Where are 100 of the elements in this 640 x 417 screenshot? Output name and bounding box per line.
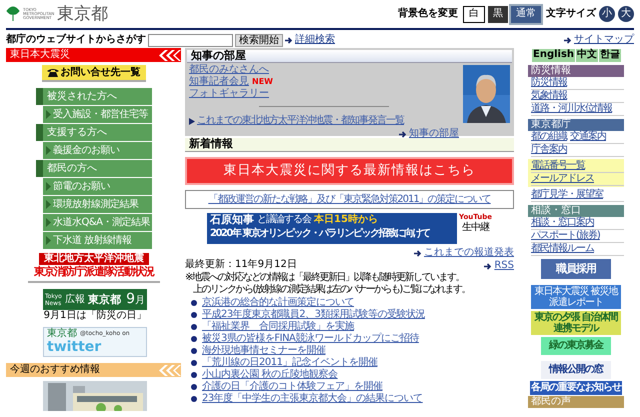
- sidebar-banner[interactable]: 各局の重要なお知らせ: [530, 381, 622, 395]
- twitter-brand: 東京都: [47, 328, 77, 340]
- advanced-search-link[interactable]: 詳細検索: [295, 34, 335, 46]
- language-button[interactable]: 中文: [576, 49, 598, 62]
- sidebar-link[interactable]: 庁舎案内: [531, 144, 567, 156]
- language-button[interactable]: 한글: [599, 49, 622, 62]
- new-label: NEW: [252, 76, 273, 88]
- news-link[interactable]: 小山内裏公園 秋の丘陵地観察会: [202, 369, 338, 381]
- news-link[interactable]: 平成23年度東京都職員2、3類採用試験等の受験状況: [202, 309, 425, 321]
- text-size-label: 文字サイズ: [546, 8, 596, 20]
- sidebar-link[interactable]: 気象情報: [531, 90, 567, 102]
- section-header: 新着情報: [185, 138, 514, 152]
- sidebar-banner[interactable]: 東京の夕張 自治体間連携モデル: [531, 311, 621, 335]
- background-color-label: 背景色を変更: [398, 8, 458, 20]
- governor-link[interactable]: フォトギャラリー: [189, 88, 269, 100]
- news-link[interactable]: 被災3県の皆様をFINA競泳ワールドカップにご招待: [202, 333, 419, 345]
- search-button[interactable]: 検索開始: [235, 34, 283, 46]
- sidebar-link[interactable]: 防災情報: [531, 77, 567, 89]
- strategy-link[interactable]: 「都政運営の新たな戦略」及び「東京緊急対策2011」の策定について: [185, 190, 514, 209]
- fire-department-banner[interactable]: 東北地方太平洋沖地震 東京消防庁派遣隊活動状況: [28, 253, 160, 283]
- news-caption: 9月1日は「防災の日」: [43, 310, 147, 322]
- banner-subtitle: 東北地方太平洋沖地震: [39, 253, 149, 265]
- news-link[interactable]: 京浜港の総合的な計画策定について: [202, 297, 354, 309]
- press-releases-link[interactable]: これまでの報道発表: [424, 247, 514, 259]
- arrow-icon: [399, 130, 407, 138]
- news-link[interactable]: 介護の日「介護のコト体験フェア」を開催: [202, 381, 382, 393]
- sidebar-link[interactable]: 相談・窓口案内: [531, 217, 594, 229]
- sidebar-link[interactable]: パスポート(旅券): [531, 230, 600, 242]
- news-month: 9月: [126, 292, 145, 306]
- sidebar-link[interactable]: 都庁見学・展望室: [531, 189, 603, 201]
- triangle-icon: [189, 118, 195, 124]
- triangle-icon: [46, 110, 51, 119]
- governor-link[interactable]: 知事記者会見: [189, 76, 249, 88]
- notice-text: 上のリンクから(放射線の測定結果は左のバナーからも)ご覧になれます。: [192, 284, 471, 296]
- triangle-icon: [46, 146, 51, 155]
- contact-list-button[interactable]: お問い合せ先一覧: [42, 65, 146, 82]
- news-tag: 広報: [64, 294, 85, 306]
- background-color-button[interactable]: 黒: [488, 6, 508, 22]
- section-header: 東京都庁: [528, 119, 624, 131]
- governor-link[interactable]: 都民のみなさんへ: [189, 64, 269, 76]
- bullet-icon: [191, 348, 197, 354]
- sidebar-link[interactable]: 都の組織: [531, 131, 567, 143]
- governor-room-link[interactable]: 知事の部屋: [409, 128, 459, 140]
- notice-text: ※地震への対応などの情報は「最終更新日」以降も随時更新しています。: [185, 272, 465, 284]
- sidebar-link[interactable]: 都民情報ルーム: [531, 243, 594, 255]
- arrow-icon: [285, 36, 293, 44]
- rss-link[interactable]: RSS: [494, 260, 514, 272]
- banner-name: 石原知事: [210, 213, 254, 227]
- search-field[interactable]: [148, 34, 233, 46]
- text-size-button[interactable]: 小: [599, 6, 615, 22]
- news-link[interactable]: 「福祉業界 合同採用試験」を実施: [202, 321, 354, 333]
- banner-time: 本日15時から: [314, 214, 378, 226]
- section-title: 今週のおすすめ情報: [10, 364, 100, 376]
- section-title: 東日本大震災: [10, 49, 70, 61]
- text-size-button[interactable]: 大: [618, 6, 634, 22]
- banner-title: 東京消防庁派遣隊活動状況: [34, 265, 154, 279]
- sidebar-link[interactable]: 交通案内: [570, 131, 606, 143]
- olympic-banner[interactable]: 石原知事 と議論する会 本日15時から 2020年 東京オリンピック・パラリンピック招致に向けて: [207, 213, 458, 244]
- news-title: 東京都: [88, 294, 121, 306]
- bullet-icon: [191, 360, 197, 366]
- background-color-button[interactable]: 白: [463, 6, 485, 22]
- bullet-icon: [191, 372, 197, 378]
- phone-icon: [46, 68, 58, 77]
- chevrons-icon: [159, 50, 181, 60]
- bullet-icon: [191, 312, 197, 318]
- news-link[interactable]: 23年度「中学生の主張東京都大会」の結果について: [202, 393, 423, 405]
- banner-subtitle: と議論する会: [257, 214, 312, 226]
- arrow-icon: [564, 36, 572, 44]
- sidebar-link[interactable]: 電話番号一覧: [531, 160, 585, 172]
- disaster-info-banner[interactable]: 東日本大震災に関する最新情報はこちら: [185, 157, 514, 185]
- chevrons-icon: [159, 364, 181, 376]
- section-header: 都民の声: [528, 396, 624, 408]
- bullet-icon: [191, 336, 197, 342]
- bullet-icon: [191, 300, 197, 306]
- news-link[interactable]: 海外現地事情セミナーを開催: [202, 345, 326, 357]
- sidebar-banner[interactable]: 職員採用: [541, 259, 611, 279]
- arrow-icon: [414, 250, 422, 256]
- section-header: 相談・窓口: [528, 205, 624, 217]
- live-label: 生中継: [462, 222, 489, 234]
- sitemap-link[interactable]: サイトマップ: [574, 34, 634, 46]
- ginkgo-leaf-icon: [6, 6, 20, 22]
- sidebar-banner[interactable]: 緑の東京募金: [541, 337, 611, 355]
- arrow-icon: [484, 262, 492, 270]
- bullet-icon: [191, 384, 197, 390]
- panel-title: 知事の部屋: [187, 50, 512, 63]
- search-label: 都庁のウェブサイトからさがす: [6, 34, 146, 46]
- statements-link[interactable]: これまでの東北地方太平洋沖地震・都知事発言一覧: [197, 115, 404, 127]
- sidebar-banner[interactable]: 情報公開の窓: [541, 361, 611, 379]
- sidebar-link[interactable]: 道路・河川水位情報: [531, 103, 612, 115]
- logo-title: 東京都: [57, 5, 108, 23]
- section-header: 防災情報: [528, 65, 624, 77]
- background-color-button[interactable]: 通常: [511, 6, 541, 22]
- last-updated: 最終更新：11年9月12日: [185, 259, 297, 271]
- bullet-icon: [191, 324, 197, 330]
- language-button[interactable]: English: [532, 49, 576, 62]
- twitter-word: twitter: [47, 340, 102, 355]
- news-link[interactable]: 「荒川線の日2011」記念イベントを開催: [202, 357, 378, 369]
- sidebar-banner[interactable]: 東日本大震災 被災地派遣レポート: [531, 285, 621, 309]
- sidebar-link[interactable]: メールアドレス: [531, 173, 594, 185]
- bullet-icon: [191, 396, 197, 402]
